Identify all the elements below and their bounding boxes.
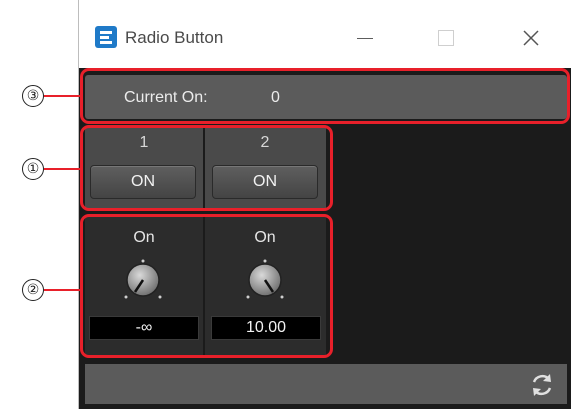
close-button[interactable] [508, 18, 554, 58]
window-title: Radio Button [125, 28, 224, 47]
annotation-leader-1 [44, 168, 82, 170]
close-icon [523, 30, 539, 46]
bottom-bar [85, 364, 567, 404]
annotation-box-current-on [80, 68, 570, 124]
annotation-box-on-buttons [80, 125, 333, 211]
callout-marker-3: ③ [22, 85, 44, 107]
minimize-icon [357, 38, 373, 39]
annotation-leader-2 [44, 289, 82, 291]
annotation-box-knobs [80, 214, 333, 358]
maximize-icon [438, 30, 454, 46]
maximize-button[interactable] [422, 18, 468, 58]
app-logo-icon [95, 26, 117, 48]
callout-marker-1: ① [22, 158, 44, 180]
callout-marker-2: ② [22, 279, 44, 301]
annotation-leader-3 [44, 95, 82, 97]
refresh-icon[interactable] [527, 370, 557, 400]
minimize-button[interactable] [342, 18, 388, 58]
